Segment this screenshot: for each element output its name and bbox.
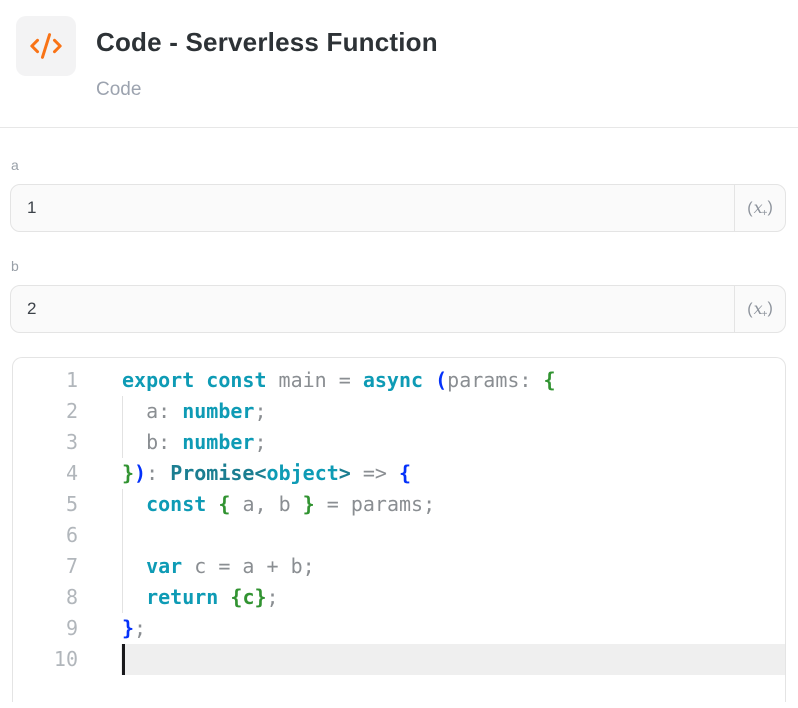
line-number: 3 xyxy=(13,427,78,458)
field-b: b (x+) xyxy=(10,258,786,333)
code-line[interactable]: 8 return {c}; xyxy=(13,582,785,613)
line-number: 2 xyxy=(13,396,78,427)
field-a-label: a xyxy=(11,157,786,173)
code-line[interactable]: 7 var c = a + b; xyxy=(13,551,785,582)
line-number: 5 xyxy=(13,489,78,520)
code-line-content: }; xyxy=(122,613,146,644)
line-number: 10 xyxy=(13,644,78,675)
code-line[interactable]: 2 a: number; xyxy=(13,396,785,427)
code-line[interactable]: 1 export const main = async (params: { xyxy=(13,365,785,396)
insert-variable-button[interactable]: (x+) xyxy=(734,185,785,231)
page-title: Code - Serverless Function xyxy=(96,27,438,58)
line-number: 1 xyxy=(13,365,78,396)
line-number: 8 xyxy=(13,582,78,613)
code-line-content: return {c}; xyxy=(122,582,279,613)
line-number: 9 xyxy=(13,613,78,644)
field-a-input-row: (x+) xyxy=(10,184,786,232)
code-line[interactable]: 5 const { a, b } = params; xyxy=(13,489,785,520)
insert-variable-icon: (x xyxy=(747,299,762,319)
code-line[interactable]: 9}; xyxy=(13,613,785,644)
insert-variable-icon: (x xyxy=(747,198,762,218)
header: Code - Serverless Function Code xyxy=(0,0,798,128)
line-number: 6 xyxy=(13,520,78,551)
field-b-label: b xyxy=(11,258,786,274)
code-line-content: a: number; xyxy=(122,396,267,427)
insert-variable-button[interactable]: (x+) xyxy=(734,286,785,332)
code-line[interactable]: 4 }): Promise<object> => { xyxy=(13,458,785,489)
code-line-content: var c = a + b; xyxy=(122,551,315,582)
field-a: a (x+) xyxy=(10,157,786,232)
field-a-input[interactable] xyxy=(11,185,734,231)
code-lines: 1export const main = async (params: {2 a… xyxy=(13,365,785,675)
line-number: 4 xyxy=(13,458,78,489)
field-b-input-row: (x+) xyxy=(10,285,786,333)
text-cursor xyxy=(122,644,125,675)
code-line-content: export const main = async (params: { xyxy=(122,365,556,396)
page-subtitle: Code xyxy=(96,79,141,101)
field-b-input[interactable] xyxy=(11,286,734,332)
input-fields: a (x+) b (x+) xyxy=(0,128,798,333)
code-line[interactable]: 3 b: number; xyxy=(13,427,785,458)
code-line-content: }): Promise<object> => { xyxy=(122,458,411,489)
code-icon-glyph xyxy=(29,29,63,63)
code-line-content: b: number; xyxy=(122,427,267,458)
code-editor[interactable]: 1export const main = async (params: {2 a… xyxy=(12,357,786,702)
code-line[interactable]: 10 xyxy=(13,644,785,675)
code-icon xyxy=(16,16,76,76)
line-number: 7 xyxy=(13,551,78,582)
code-line-content: const { a, b } = params; xyxy=(122,489,435,520)
code-line[interactable]: 6 xyxy=(13,520,785,551)
